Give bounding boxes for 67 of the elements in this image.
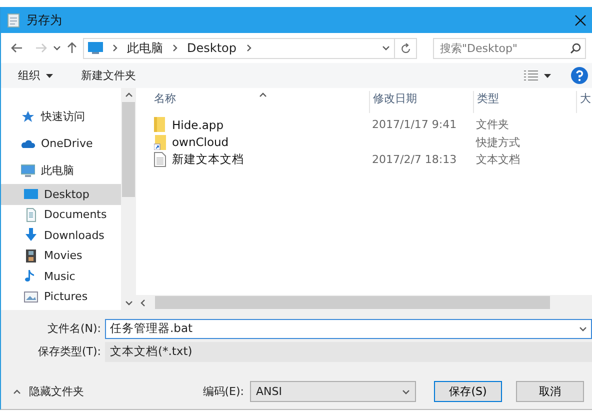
sidebar-item[interactable]: Desktop xyxy=(1,184,121,204)
window-title: 另存为 xyxy=(26,12,63,28)
breadcrumb[interactable]: 此电脑 xyxy=(127,40,163,56)
chevron-icon xyxy=(244,44,252,52)
sidebar-item[interactable]: Movies xyxy=(1,246,121,266)
view-options-icon[interactable] xyxy=(524,70,538,81)
folder-icon xyxy=(154,117,166,132)
text-file-icon xyxy=(154,152,166,168)
column-header[interactable]: 类型 xyxy=(473,91,576,113)
document-icon xyxy=(24,208,38,222)
field-label: 编码(E): xyxy=(202,384,244,399)
filename-field[interactable]: 任务管理器.bat xyxy=(105,318,592,338)
organize-menu[interactable]: 组织 xyxy=(18,68,53,83)
down-arrow-icon xyxy=(24,228,38,242)
up-chevron-icon xyxy=(124,91,132,99)
sidebar-item[interactable]: Documents xyxy=(1,204,121,225)
refresh-icon xyxy=(400,42,410,54)
file-type-dropdown[interactable]: 文本文档(*.txt) xyxy=(105,342,592,362)
back-arrow-icon[interactable] xyxy=(11,43,23,53)
monitor-icon xyxy=(88,42,103,54)
file-row[interactable]: 新建文本文档 2017/2/7 18:13 文本文档 xyxy=(151,151,592,168)
down-chevron-icon xyxy=(124,299,132,307)
address-bar[interactable]: 此电脑 Desktop xyxy=(83,38,395,58)
vertical-scrollbar[interactable] xyxy=(121,88,136,310)
file-row[interactable]: ownCloud 快捷方式 xyxy=(151,134,592,151)
close-icon[interactable] xyxy=(575,14,586,26)
sidebar-item[interactable]: Music xyxy=(1,266,121,286)
up-chevron-icon xyxy=(13,388,21,396)
new-folder-button[interactable]: 新建文件夹 xyxy=(81,68,136,83)
picture-frame-icon xyxy=(24,290,38,304)
column-header[interactable]: 大 xyxy=(576,91,592,113)
hide-folders-toggle[interactable]: 隐藏文件夹 xyxy=(13,384,84,399)
field-label: 保存类型(T): xyxy=(36,344,102,359)
monitor-icon xyxy=(24,187,38,202)
notepad-icon xyxy=(7,12,20,28)
search-icon xyxy=(570,42,581,54)
chevron-icon xyxy=(111,44,119,52)
sidebar-item[interactable]: OneDrive xyxy=(1,130,121,157)
up-arrow-icon[interactable] xyxy=(67,42,77,54)
help-icon[interactable] xyxy=(571,67,588,84)
chevron-icon xyxy=(171,44,179,52)
star-icon xyxy=(21,110,35,124)
dropdown-icon xyxy=(53,44,61,52)
encoding-dropdown[interactable]: ANSI xyxy=(250,381,416,402)
left-chevron-icon xyxy=(139,298,147,306)
sidebar-item[interactable]: 快速访问 xyxy=(1,103,121,130)
dropdown-icon xyxy=(402,388,410,396)
film-icon xyxy=(24,248,38,263)
monitor-icon xyxy=(21,164,35,178)
horizontal-scrollbar[interactable] xyxy=(136,295,592,310)
save-button[interactable]: 保存(S) xyxy=(434,381,502,402)
search-field[interactable]: 搜索"Desktop" xyxy=(433,38,586,58)
refresh-button[interactable] xyxy=(395,38,417,58)
shortcut-folder-icon xyxy=(154,134,166,150)
sidebar-item[interactable]: 此电脑 xyxy=(1,157,121,184)
file-row[interactable]: Hide.app 2017/1/17 9:41 文件夹 xyxy=(151,116,592,134)
cancel-button[interactable]: 取消 xyxy=(516,381,584,402)
field-label: 文件名(N): xyxy=(46,321,102,336)
dropdown-icon xyxy=(579,324,587,332)
caret-icon xyxy=(46,74,53,78)
dropdown-icon[interactable] xyxy=(544,74,551,78)
column-header[interactable]: 名称 xyxy=(151,91,369,113)
dropdown-icon xyxy=(382,44,390,52)
sidebar-item[interactable]: Pictures xyxy=(1,286,121,307)
column-header[interactable]: 修改日期 xyxy=(369,91,473,113)
sidebar-item[interactable]: Downloads xyxy=(1,225,121,246)
breadcrumb[interactable]: Desktop xyxy=(187,41,236,55)
